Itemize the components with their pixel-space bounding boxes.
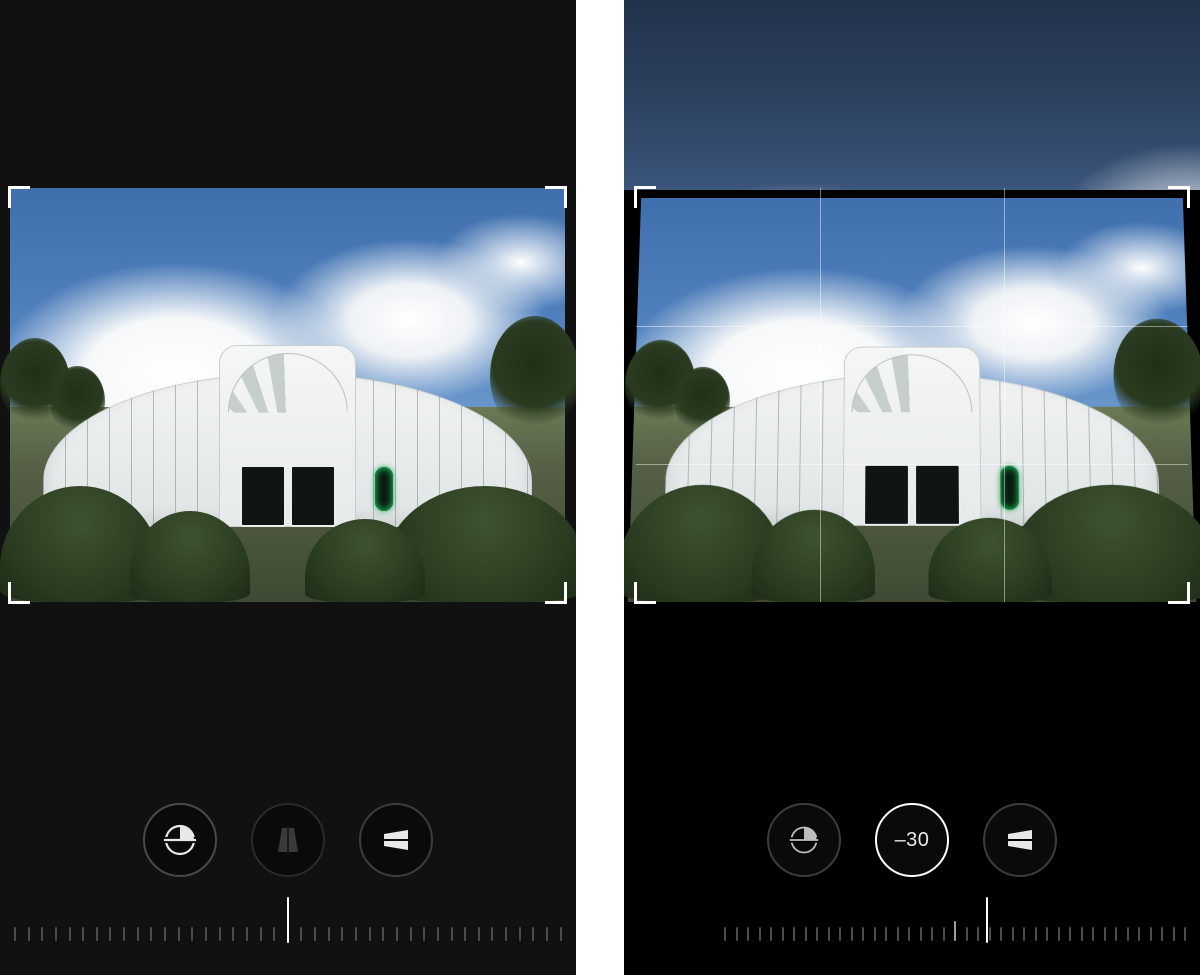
horizontal-perspective-icon: [1003, 823, 1037, 857]
horizontal-perspective-icon: [379, 823, 413, 857]
horizontal-perspective-button[interactable]: [359, 803, 433, 877]
dial-indicator[interactable]: [287, 897, 289, 943]
photo-preview[interactable]: [628, 198, 1197, 602]
crop-handle-tl[interactable]: [634, 186, 656, 208]
adjust-dial[interactable]: [14, 907, 562, 951]
crop-handle-br[interactable]: [1168, 582, 1190, 604]
straighten-icon: [161, 821, 199, 859]
crop-frame[interactable]: [10, 188, 565, 602]
perspective-tool-row: [0, 803, 576, 877]
photo-preview[interactable]: [10, 188, 565, 602]
straighten-button[interactable]: [143, 803, 217, 877]
straighten-icon: [787, 823, 821, 857]
dial-indicator[interactable]: [986, 897, 988, 943]
open-neon-sign: [375, 467, 393, 511]
dial-ticks: [724, 919, 1186, 941]
vertical-perspective-button[interactable]: –30: [875, 803, 949, 877]
editor-panel-right: –30: [624, 0, 1200, 975]
perspective-tool-row: –30: [624, 803, 1200, 877]
horizontal-perspective-button[interactable]: [983, 803, 1057, 877]
panel-gap: [576, 0, 624, 975]
crop-handle-tl[interactable]: [8, 186, 30, 208]
vertical-perspective-button[interactable]: [251, 803, 325, 877]
crop-handle-bl[interactable]: [8, 582, 30, 604]
out-of-crop-sky: [624, 0, 1200, 190]
open-neon-sign: [1000, 466, 1019, 510]
editor-panel-left: [0, 0, 576, 975]
crop-handle-tr[interactable]: [545, 186, 567, 208]
adjust-dial[interactable]: [724, 907, 1186, 951]
vertical-perspective-value: –30: [895, 829, 930, 852]
vertical-perspective-icon: [271, 823, 305, 857]
crop-handle-br[interactable]: [545, 582, 567, 604]
crop-frame[interactable]: [636, 188, 1188, 602]
straighten-button[interactable]: [767, 803, 841, 877]
crop-handle-bl[interactable]: [634, 582, 656, 604]
crop-handle-tr[interactable]: [1168, 186, 1190, 208]
